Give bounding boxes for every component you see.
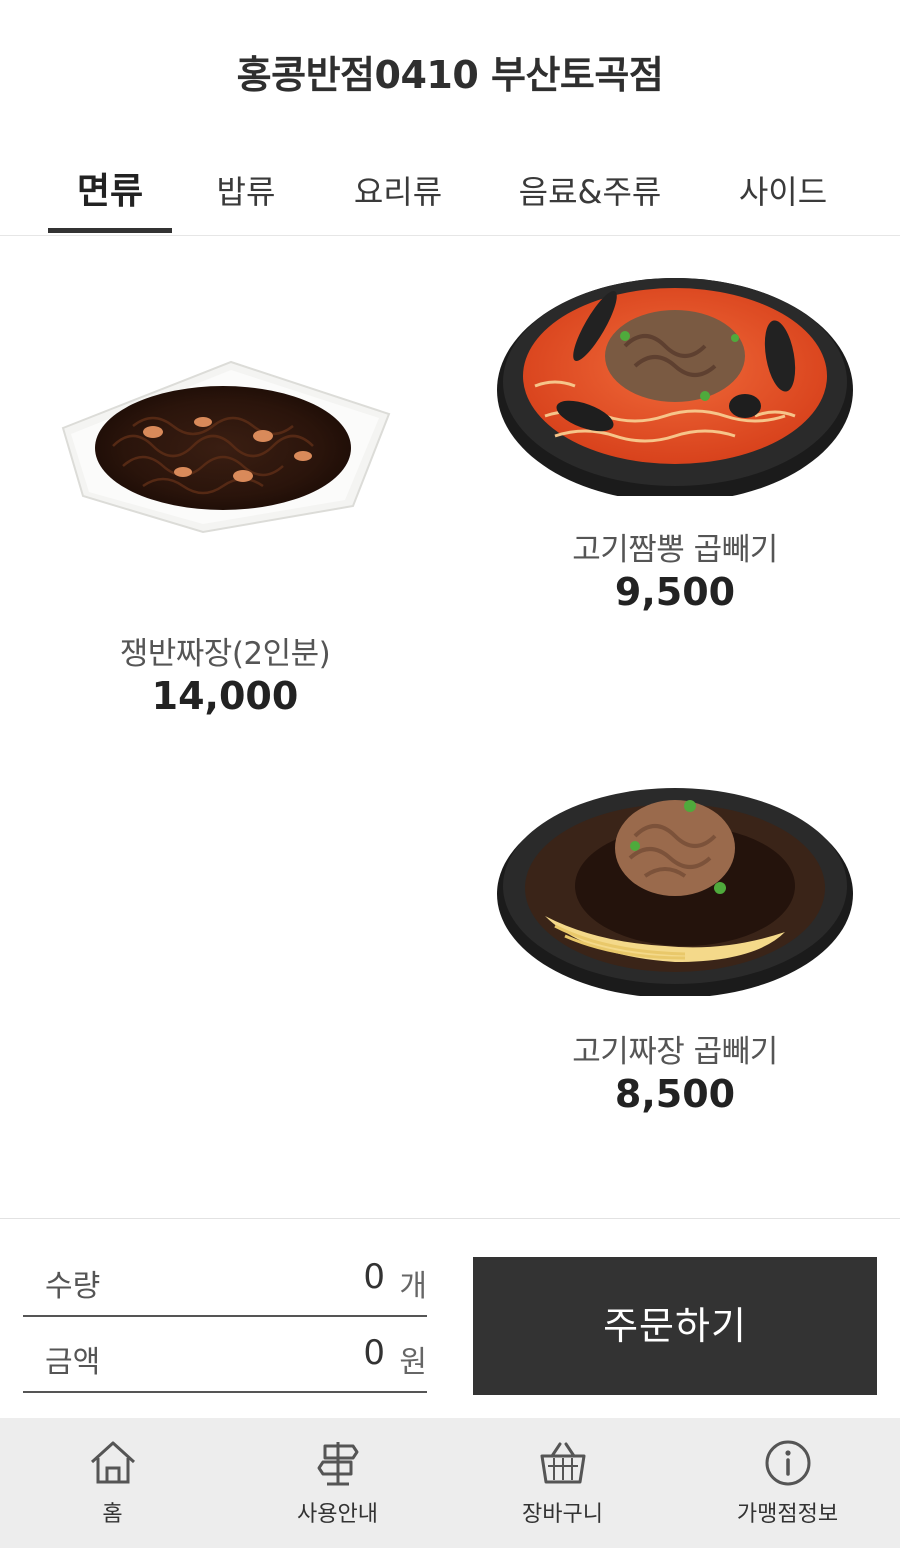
- quantity-row: 수량 0 개: [23, 1241, 427, 1317]
- tab-drinks[interactable]: 음료&주류: [500, 170, 680, 236]
- nav-cart[interactable]: 장바구니: [450, 1418, 675, 1548]
- menu-item-price: 14,000: [151, 674, 299, 718]
- nav-cart-label: 장바구니: [522, 1502, 603, 1527]
- order-summary: 수량 0 개 금액 0 원 주문하기: [0, 1218, 900, 1418]
- tab-dishes[interactable]: 요리류: [330, 170, 466, 236]
- signpost-icon: [317, 1442, 359, 1486]
- amount-row: 금액 0 원: [23, 1317, 427, 1393]
- nav-store-info[interactable]: 가맹점정보: [675, 1418, 900, 1548]
- jajang-bowl-photo: [497, 788, 853, 996]
- header: 홍콩반점0410 부산토곡점: [0, 0, 900, 140]
- menu-item-name: 고기짜장 곱빼기: [572, 1034, 778, 1070]
- quantity-unit: 개: [399, 1269, 427, 1304]
- nav-home[interactable]: 홈: [0, 1418, 225, 1548]
- tab-rice[interactable]: 밥류: [190, 170, 302, 236]
- tab-side[interactable]: 사이드: [720, 170, 846, 236]
- menu-item-price: 8,500: [614, 1072, 736, 1116]
- home-icon: [90, 1441, 136, 1484]
- info-icon: [765, 1440, 811, 1486]
- order-button[interactable]: 주문하기: [473, 1257, 877, 1395]
- menu-item-name: 쟁반짜장(2인분): [119, 636, 331, 672]
- category-tabs: 면류 밥류 요리류 음료&주류 사이드: [0, 140, 900, 236]
- menu-item-jajang[interactable]: 고기짜장 곱빼기 8,500: [465, 776, 885, 1156]
- menu-item-price: 9,500: [614, 570, 736, 614]
- menu-list: 쟁반짜장(2인분) 14,000 고기짬뽕 곱빼기 9,500 고기짜장 곱빼기…: [0, 236, 900, 1218]
- amount-unit: 원: [399, 1345, 427, 1380]
- active-tab-indicator: [48, 228, 172, 233]
- tray-jajang-photo: [61, 360, 391, 534]
- nav-home-label: 홈: [102, 1502, 123, 1527]
- basket-icon: [540, 1442, 586, 1484]
- nav-guide[interactable]: 사용안내: [225, 1418, 450, 1548]
- nav-guide-label: 사용안내: [297, 1502, 378, 1527]
- amount-label: 금액: [45, 1345, 101, 1380]
- menu-item-tray-jajang[interactable]: 쟁반짜장(2인분) 14,000: [15, 336, 435, 756]
- quantity-label: 수량: [45, 1269, 101, 1304]
- tab-noodles[interactable]: 면류: [48, 170, 172, 236]
- menu-item-name: 고기짬뽕 곱빼기: [572, 532, 778, 568]
- menu-item-jjamppong[interactable]: 고기짬뽕 곱빼기 9,500: [465, 266, 885, 646]
- quantity-value: 0: [363, 1257, 385, 1297]
- store-title: 홍콩반점0410 부산토곡점: [236, 53, 664, 97]
- bottom-nav: 홈 사용안내 장바구니 가맹점정보: [0, 1418, 900, 1548]
- nav-store-info-label: 가맹점정보: [736, 1502, 839, 1527]
- jjamppong-bowl-photo: [497, 278, 853, 496]
- amount-value: 0: [363, 1333, 385, 1373]
